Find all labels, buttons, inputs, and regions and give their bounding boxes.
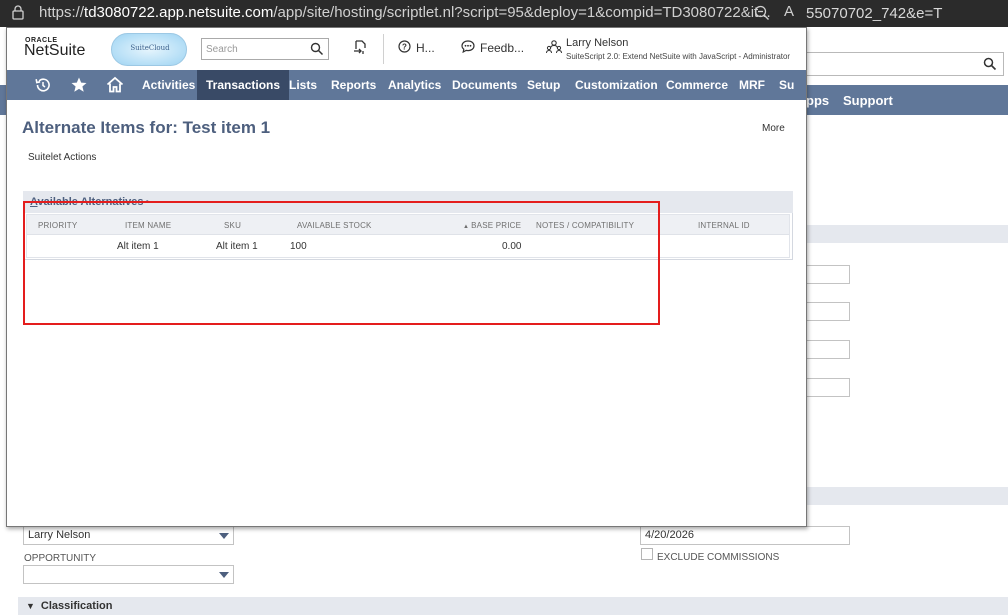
header-divider bbox=[383, 34, 384, 64]
more-menu[interactable]: More bbox=[762, 123, 785, 134]
background-search-input[interactable] bbox=[806, 52, 1004, 76]
chevron-down-icon: ▼ bbox=[26, 601, 35, 611]
help-label: H... bbox=[416, 41, 435, 55]
column-header-internal-id[interactable]: INTERNAL ID bbox=[698, 221, 750, 230]
chevron-down-icon bbox=[219, 572, 229, 578]
nav-item-lists[interactable]: Lists bbox=[280, 70, 326, 100]
feedback-button[interactable]: Feedb... bbox=[461, 40, 524, 56]
opportunity-label: OPPORTUNITY bbox=[24, 553, 97, 564]
nav-item-transactions[interactable]: Transactions bbox=[197, 70, 290, 100]
background-url-tail: 55070702_742&e=T bbox=[806, 5, 943, 22]
popup-window: ORACLE NetSuite SuiteCloud Search ? H...… bbox=[6, 27, 807, 527]
background-section-bar bbox=[806, 225, 1008, 243]
nav-item-reports[interactable]: Reports bbox=[322, 70, 385, 100]
column-header-item-name[interactable]: ITEM NAME bbox=[125, 221, 171, 230]
global-search-input[interactable]: Search bbox=[201, 38, 329, 60]
reader-mode-button[interactable]: A bbox=[784, 3, 794, 20]
browser-url[interactable]: https://td3080722.app.netsuite.com/app/s… bbox=[39, 4, 771, 21]
sublist-header-row: PRIORITY ITEM NAME SKU AVAILABLE STOCK ▲… bbox=[27, 215, 789, 235]
main-nav: Activities Transactions Lists Reports An… bbox=[7, 70, 806, 100]
column-header-available-stock[interactable]: AVAILABLE STOCK bbox=[297, 221, 372, 230]
tab-available-alternatives[interactable]: Available Alternatives • bbox=[23, 191, 157, 213]
nav-item-support[interactable]: Su bbox=[770, 70, 803, 100]
opportunity-select[interactable] bbox=[23, 565, 234, 584]
recent-history-icon[interactable] bbox=[34, 76, 52, 97]
cell-available-stock: 100 bbox=[290, 241, 307, 252]
background-field[interactable] bbox=[806, 378, 850, 397]
header: ORACLE NetSuite SuiteCloud Search ? H...… bbox=[7, 28, 806, 70]
home-icon[interactable] bbox=[106, 76, 124, 97]
search-icon bbox=[983, 57, 997, 74]
exclude-commissions-label: EXCLUDE COMMISSIONS bbox=[657, 552, 780, 563]
column-header-notes[interactable]: NOTES / COMPATIBILITY bbox=[536, 221, 634, 230]
nav-item-mrf[interactable]: MRF bbox=[730, 70, 774, 100]
recent-records-icon[interactable] bbox=[353, 40, 367, 58]
user-role: SuiteScript 2.0: Extend NetSuite with Ja… bbox=[566, 52, 791, 61]
sublist-table: PRIORITY ITEM NAME SKU AVAILABLE STOCK ▲… bbox=[26, 214, 790, 258]
classification-label: Classification bbox=[40, 600, 113, 612]
browser-address-bar: https://td3080722.app.netsuite.com/app/s… bbox=[0, 0, 806, 27]
background-field[interactable] bbox=[806, 302, 850, 321]
classification-section[interactable]: ▼ Classification bbox=[18, 597, 1008, 615]
star-icon[interactable] bbox=[70, 76, 88, 97]
nav-item-setup[interactable]: Setup bbox=[518, 70, 569, 100]
background-field[interactable] bbox=[806, 265, 850, 284]
sublist-body: PRIORITY ITEM NAME SKU AVAILABLE STOCK ▲… bbox=[23, 213, 793, 260]
page-title: Alternate Items for: Test item 1 bbox=[22, 118, 271, 137]
column-header-priority[interactable]: PRIORITY bbox=[38, 221, 77, 230]
nav-item-analytics[interactable]: Analytics bbox=[379, 70, 450, 100]
svg-text:?: ? bbox=[402, 43, 407, 52]
feedback-label: Feedb... bbox=[480, 41, 525, 55]
sales-rep-select[interactable]: Larry Nelson bbox=[23, 526, 234, 545]
chat-bubble-icon bbox=[461, 40, 475, 56]
netsuite-logo[interactable]: NetSuite bbox=[24, 42, 85, 60]
column-header-base-price[interactable]: ▲ BASE PRICE bbox=[463, 221, 521, 230]
background-nav-item-support[interactable]: Support bbox=[843, 93, 893, 108]
date-field[interactable]: 4/20/2026 bbox=[640, 526, 850, 545]
background-field[interactable] bbox=[806, 340, 850, 359]
zoom-out-icon[interactable] bbox=[754, 5, 770, 24]
nav-item-commerce[interactable]: Commerce bbox=[657, 70, 737, 100]
nav-item-activities[interactable]: Activities bbox=[133, 70, 204, 100]
suitelet-actions-menu[interactable]: Suitelet Actions bbox=[28, 152, 96, 163]
suitecloud-logo-text: SuiteCloud bbox=[130, 44, 170, 52]
user-name: Larry Nelson bbox=[566, 37, 629, 49]
nav-item-documents[interactable]: Documents bbox=[443, 70, 526, 100]
search-icon[interactable] bbox=[310, 42, 324, 59]
background-nav-item-apps[interactable]: pps bbox=[806, 93, 829, 108]
cell-sku: Alt item 1 bbox=[216, 241, 258, 252]
background-section-bar bbox=[806, 487, 1008, 505]
exclude-commissions-checkbox[interactable] bbox=[641, 548, 653, 560]
column-header-sku[interactable]: SKU bbox=[224, 221, 241, 230]
help-icon: ? bbox=[398, 40, 411, 56]
lock-icon bbox=[12, 5, 24, 23]
cell-item-name: Alt item 1 bbox=[117, 241, 159, 252]
chevron-down-icon bbox=[219, 533, 229, 539]
help-button[interactable]: ? H... bbox=[398, 40, 435, 56]
nav-item-customization[interactable]: Customization bbox=[566, 70, 667, 100]
date-value: 4/20/2026 bbox=[645, 529, 694, 541]
search-placeholder: Search bbox=[206, 44, 238, 55]
user-roles-icon bbox=[546, 40, 562, 57]
cell-base-price: 0.00 bbox=[502, 241, 522, 252]
sort-ascending-icon: ▲ bbox=[463, 224, 470, 230]
sublist-tab-bar: Available Alternatives • bbox=[23, 191, 793, 213]
sales-rep-value: Larry Nelson bbox=[28, 529, 91, 541]
suitecloud-logo: SuiteCloud bbox=[111, 33, 187, 66]
